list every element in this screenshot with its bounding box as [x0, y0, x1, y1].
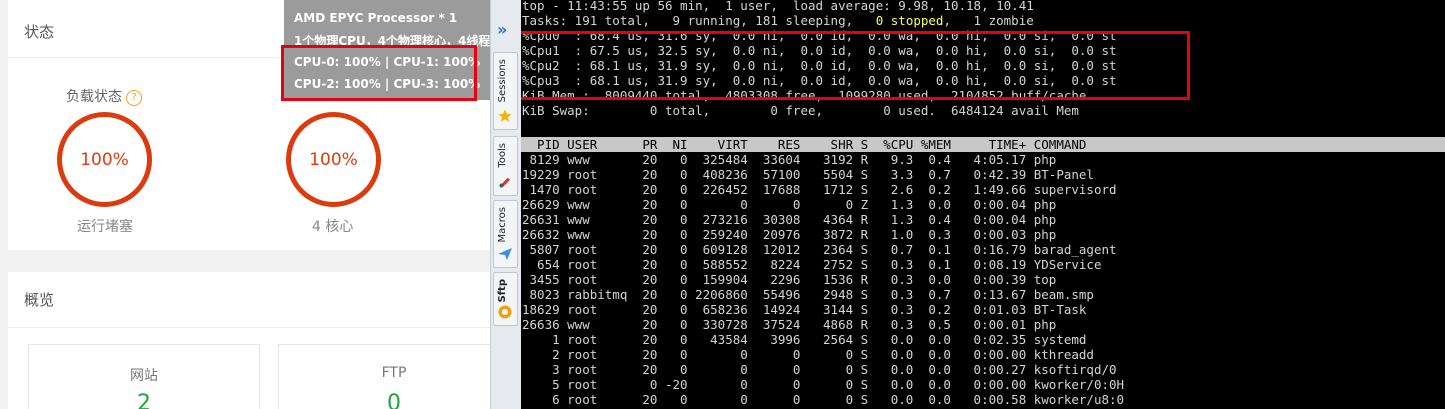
cpu-gauge-caption: 4 核心	[312, 219, 354, 235]
help-icon[interactable]: ?	[126, 90, 142, 106]
process-row: 8023 rabbitmq 20 0 2206860 55496 2948 S …	[522, 287, 1094, 302]
load-status-label-text: 负载状态	[66, 89, 122, 105]
terminal-window[interactable]: top - 11:43:55 up 56 min, 1 user, load a…	[521, 0, 1445, 409]
tab-tools[interactable]: Tools	[493, 136, 518, 196]
tools-icon	[499, 177, 510, 188]
tab-macros[interactable]: Macros	[493, 200, 518, 268]
process-row: 1470 root 20 0 226452 17688 1712 S 2.6 0…	[522, 182, 1117, 197]
star-icon	[498, 109, 512, 122]
tasks-line-b: , 1 zombie	[943, 13, 1034, 28]
process-row: 26631 www 20 0 273216 30308 4364 R 1.3 0…	[522, 212, 1057, 227]
process-row: 5807 root 20 0 609128 12012 2364 S 0.7 0…	[522, 242, 1117, 257]
load-status-label: 负载状态?	[66, 86, 142, 106]
overview-box-title: FTP	[381, 365, 407, 381]
highlight-box-tooltip	[281, 45, 477, 101]
overview-box-ftp[interactable]: FTP 0	[278, 344, 490, 409]
bt-panel-dashboard: 状态 负载状态? 100% 运行堵塞 100% 4 核心 概览 网站 2 FTP…	[0, 0, 490, 409]
tab-sftp[interactable]: Sftp	[493, 272, 518, 326]
swap-line: KiB Swap: 0 total, 0 free, 0 used. 64841…	[522, 103, 1079, 118]
side-toolbar: » Sessions Tools Macros Sftp	[490, 0, 521, 409]
tab-label: Sessions	[497, 59, 508, 103]
process-row: 8129 www 20 0 325484 33604 3192 R 9.3 0.…	[522, 152, 1057, 167]
process-row: 26632 www 20 0 259240 20976 3872 R 1.0 0…	[522, 227, 1057, 242]
highlight-box-cpu-lines	[521, 31, 1190, 100]
process-row: 1 root 20 0 43584 3996 2564 S 0.0 0.0 0:…	[522, 332, 1087, 347]
cpu-gauge-value: 100%	[309, 149, 358, 170]
cpu-gauge[interactable]: 100%	[286, 112, 381, 207]
collapse-chevron-icon[interactable]: »	[497, 20, 507, 39]
process-row: 3455 root 20 0 159904 2296 1536 R 0.3 0.…	[522, 272, 1057, 287]
load-gauge-caption: 运行堵塞	[77, 219, 133, 235]
overview-box-count[interactable]: 0	[279, 391, 490, 409]
load-gauge-value: 100%	[80, 149, 129, 170]
process-row: 26636 www 20 0 330728 37524 4868 R 0.3 0…	[522, 317, 1057, 332]
top-uptime-line: top - 11:43:55 up 56 min, 1 user, load a…	[522, 0, 1034, 13]
process-row: 654 root 20 0 588552 8224 2752 S 0.3 0.1…	[522, 257, 1102, 272]
process-table-header-text: PID USER PR NI VIRT RES SHR S %CPU %MEM …	[522, 137, 1087, 152]
process-row: 3 root 20 0 0 0 0 S 0.0 0.0 0:00.27 ksof…	[522, 362, 1117, 377]
process-row: 26629 www 20 0 0 0 0 Z 1.3 0.0 0:00.04 p…	[522, 197, 1057, 212]
tab-label: Tools	[497, 143, 508, 168]
process-row: 18629 root 20 0 658236 14924 3144 S 0.3 …	[522, 302, 1087, 317]
tasks-stopped: 0 stopped	[875, 13, 944, 28]
sftp-icon	[498, 305, 512, 319]
tab-sessions[interactable]: Sessions	[493, 52, 518, 130]
process-table: 8129 www 20 0 325484 33604 3192 R 9.3 0.…	[521, 152, 1124, 407]
process-row: 2 root 20 0 0 0 0 S 0.0 0.0 0:00.00 kthr…	[522, 347, 1094, 362]
process-table-header: PID USER PR NI VIRT RES SHR S %CPU %MEM …	[521, 137, 1086, 152]
tab-label: Macros	[497, 207, 508, 243]
load-gauge[interactable]: 100%	[57, 112, 152, 207]
process-row: 5 root 0 -20 0 0 0 S 0.0 0.0 0:00.00 kwo…	[522, 377, 1125, 392]
overview-box-website[interactable]: 网站 2	[28, 344, 260, 409]
process-row: 6 root 20 0 0 0 0 S 0.0 0.0 0:00.58 kwor…	[522, 392, 1125, 407]
tooltip-cpu-model: AMD EPYC Processor * 1	[294, 11, 458, 25]
overview-box-title: 网站	[130, 368, 158, 384]
tab-label: Sftp	[497, 279, 508, 303]
paper-plane-icon	[498, 248, 512, 260]
overview-card-title: 概览	[8, 272, 490, 328]
overview-box-count[interactable]: 2	[29, 391, 259, 409]
process-row: 19229 root 20 0 408236 57100 5504 S 3.3 …	[522, 167, 1094, 182]
tasks-line-a: Tasks: 191 total, 9 running, 181 sleepin…	[522, 13, 876, 28]
